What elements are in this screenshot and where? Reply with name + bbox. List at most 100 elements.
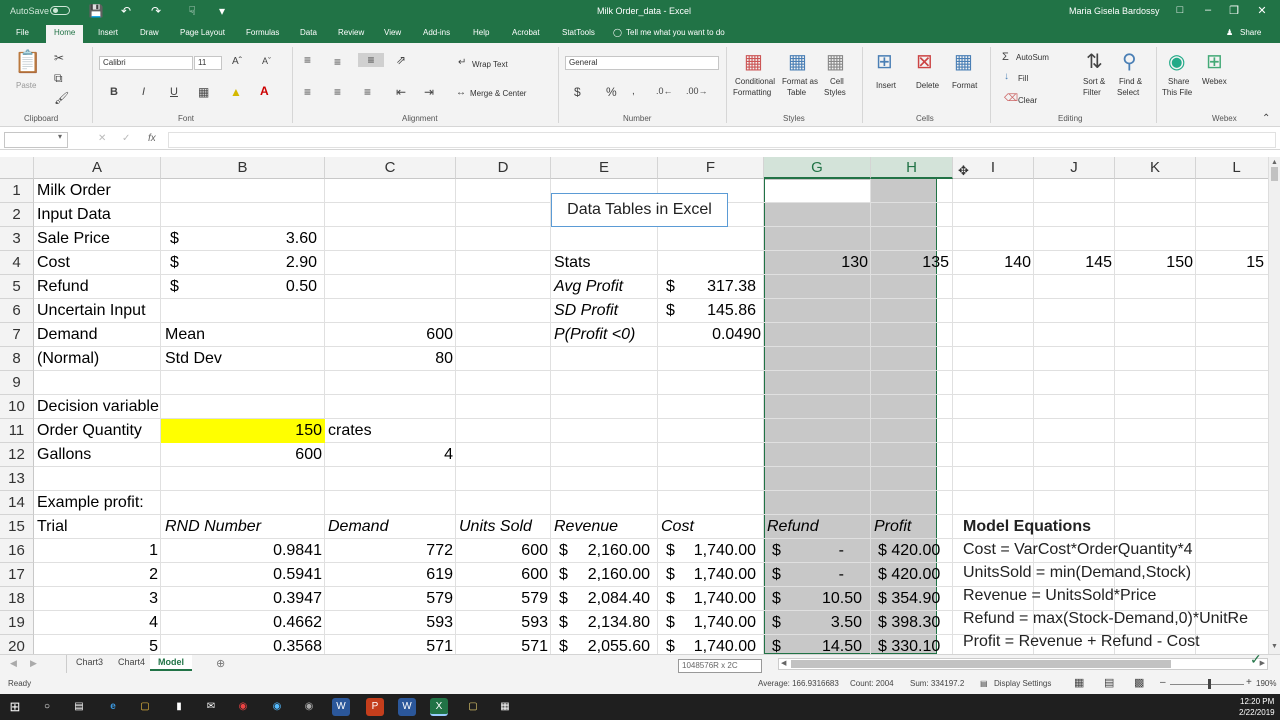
tab-draw[interactable]: Draw <box>140 28 159 37</box>
tab-acrobat[interactable]: Acrobat <box>512 28 540 37</box>
refund-value[interactable]: 3.50 <box>764 611 862 635</box>
font-size-dropdown[interactable]: 11 <box>194 56 222 70</box>
conditional-formatting-label-1[interactable]: Conditional <box>735 77 775 86</box>
profit-value[interactable]: $ 420.00 <box>878 563 944 587</box>
refund-value[interactable]: 10.50 <box>764 587 862 611</box>
underline-button[interactable]: U <box>170 86 178 98</box>
cell-a10[interactable]: Decision variable <box>37 395 159 419</box>
equation-refund[interactable]: Refund = max(Stock-Demand,0)*UnitRe <box>963 610 1268 628</box>
increase-decimal-icon[interactable]: .0← <box>656 86 673 96</box>
cell-b12[interactable]: 600 <box>161 443 322 467</box>
header-demand[interactable]: Demand <box>328 515 388 539</box>
increase-indent-icon[interactable]: ⇥ <box>424 85 434 99</box>
row-header-12[interactable]: 12 <box>0 443 34 467</box>
windows-start-icon[interactable]: ⊞ <box>6 698 24 716</box>
column-header-c[interactable]: C <box>325 157 456 179</box>
currency-button[interactable]: $ <box>574 85 581 99</box>
cell-a12[interactable]: Gallons <box>37 443 91 467</box>
autosave-toggle[interactable] <box>50 6 70 15</box>
share-button[interactable]: Share <box>1240 28 1261 37</box>
paste-icon[interactable]: 📋 <box>14 49 41 75</box>
tab-stattools[interactable]: StatTools <box>562 28 595 37</box>
cost-value[interactable]: 1,740.00 <box>658 563 756 587</box>
trial-number[interactable]: 5 <box>34 635 158 654</box>
demand-value[interactable]: 571 <box>325 635 453 654</box>
percent-button[interactable]: % <box>606 85 617 99</box>
autosum-button[interactable]: AutoSum <box>1016 53 1049 62</box>
format-as-table-label-1[interactable]: Format as <box>782 77 818 86</box>
row-header-10[interactable]: 10 <box>0 395 34 419</box>
column-header-l[interactable]: L <box>1196 157 1268 179</box>
tab-file[interactable]: File <box>16 28 29 37</box>
webex-icon[interactable]: ⊞ <box>1206 49 1223 74</box>
display-settings-button[interactable]: Display Settings <box>994 679 1051 688</box>
cut-icon[interactable]: ✂ <box>54 51 64 65</box>
borders-icon[interactable]: ▦ <box>198 85 209 99</box>
row-header-15[interactable]: 15 <box>0 515 34 539</box>
cell-e6[interactable]: SD Profit <box>554 299 618 323</box>
insert-cells-icon[interactable]: ⊞ <box>876 49 893 74</box>
cell-styles-icon[interactable]: ▦ <box>826 49 845 74</box>
column-header-a[interactable]: A <box>34 157 161 179</box>
tab-add-ins[interactable]: Add-ins <box>423 28 450 37</box>
select-all-corner[interactable] <box>0 157 34 179</box>
share-this-file-label-1[interactable]: Share <box>1168 77 1189 86</box>
header-refund[interactable]: Refund <box>767 515 819 539</box>
conditional-formatting-label-2[interactable]: Formatting <box>733 88 771 97</box>
cancel-entry-icon[interactable]: ✕ <box>98 133 106 144</box>
profit-value[interactable]: $ 420.00 <box>878 539 944 563</box>
tell-me-search[interactable]: Tell me what you want to do <box>626 28 725 37</box>
data-tables-textbox[interactable]: Data Tables in Excel <box>551 193 728 227</box>
sort-filter-icon[interactable]: ⇅ <box>1086 49 1103 74</box>
clock-time[interactable]: 12:20 PM <box>1240 697 1274 706</box>
column-header-f[interactable]: F <box>658 157 764 179</box>
horizontal-scrollbar[interactable]: ◀ ▶ <box>778 658 1268 670</box>
fill-icon[interactable]: ↓ <box>1004 71 1009 82</box>
close-icon[interactable]: ✕ <box>1252 4 1272 17</box>
tab-page-layout[interactable]: Page Layout <box>180 28 225 37</box>
format-as-table-icon[interactable]: ▦ <box>788 49 807 74</box>
orientation-icon[interactable]: ⇗ <box>396 53 406 67</box>
cell-c11[interactable]: crates <box>328 419 372 443</box>
font-color-icon[interactable]: A <box>260 84 269 98</box>
cell-j4[interactable]: 145 <box>1034 251 1112 275</box>
decrease-decimal-icon[interactable]: .00→ <box>686 86 708 96</box>
worksheet-grid[interactable]: A B C D E F G H I J K L 1 2 3 4 5 6 7 8 9 10 11 12 1… <box>0 157 1268 654</box>
page-break-view-icon[interactable]: ▩ <box>1134 676 1144 689</box>
tab-formulas[interactable]: Formulas <box>246 28 279 37</box>
clear-icon[interactable]: ⌫ <box>1004 93 1018 104</box>
word-document-icon[interactable]: W <box>398 698 416 716</box>
demand-value[interactable]: 619 <box>325 563 453 587</box>
cell-c8[interactable]: 80 <box>325 347 453 371</box>
mail-icon[interactable]: ✉ <box>202 698 220 716</box>
increase-font-icon[interactable]: Aˆ <box>232 56 242 67</box>
header-revenue[interactable]: Revenue <box>554 515 618 539</box>
comma-style-icon[interactable]: , <box>632 86 635 97</box>
align-top-icon[interactable]: ≡ <box>304 53 311 67</box>
equation-cost[interactable]: Cost = VarCost*OrderQuantity*4 <box>963 541 1268 559</box>
sort-filter-label-2[interactable]: Filter <box>1083 88 1101 97</box>
quick-analysis-icon[interactable]: ✓ <box>1250 651 1262 668</box>
cell-f5[interactable]: 317.38 <box>658 275 756 299</box>
rnd-number[interactable]: 0.3568 <box>161 635 322 654</box>
trial-number[interactable]: 2 <box>34 563 158 587</box>
save-icon[interactable]: 💾 <box>88 3 104 19</box>
scroll-up-icon[interactable]: ▲ <box>1271 159 1278 166</box>
file-explorer-icon[interactable]: ▢ <box>136 698 154 716</box>
column-header-k[interactable]: K <box>1115 157 1196 179</box>
row-header-6[interactable]: 6 <box>0 299 34 323</box>
cell-f6[interactable]: 145.86 <box>658 299 756 323</box>
rnd-number[interactable]: 0.4662 <box>161 611 322 635</box>
cell-a1[interactable]: Milk Order <box>37 179 111 203</box>
row-header-16[interactable]: 16 <box>0 539 34 563</box>
trial-number[interactable]: 4 <box>34 611 158 635</box>
cell-a5[interactable]: Refund <box>37 275 89 299</box>
formula-input[interactable] <box>168 132 1276 148</box>
excel-icon[interactable]: X <box>430 698 448 716</box>
fill-color-icon[interactable]: ▲ <box>230 85 242 99</box>
column-header-d[interactable]: D <box>456 157 551 179</box>
webex-label[interactable]: Webex <box>1202 77 1227 86</box>
row-header-4[interactable]: 4 <box>0 251 34 275</box>
notes-icon[interactable]: ▢ <box>464 698 482 716</box>
sort-filter-label-1[interactable]: Sort & <box>1083 77 1105 86</box>
